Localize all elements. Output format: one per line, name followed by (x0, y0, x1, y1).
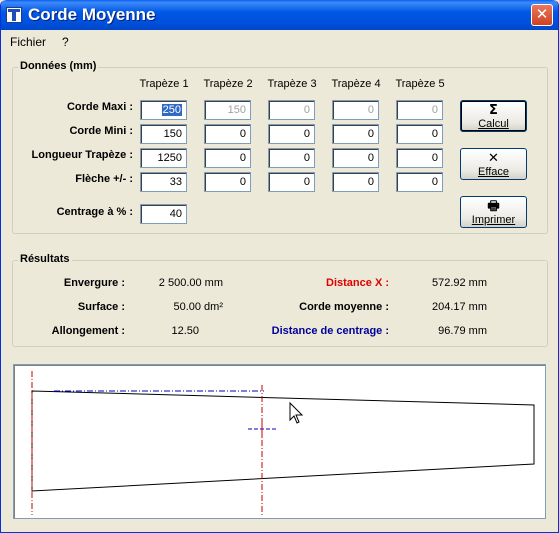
donnees-group-label: Données (mm) (18, 60, 99, 72)
label-fleche: Flèche +/- : (75, 173, 133, 185)
input-corde-mini-5[interactable]: 0 (396, 124, 443, 144)
col-header-trapeze-2: Trapèze 2 (203, 78, 253, 90)
input-longueur-4[interactable]: 0 (332, 148, 379, 168)
input-corde-mini-4[interactable]: 0 (332, 124, 379, 144)
imprimer-button-label: Imprimer (471, 214, 516, 226)
input-corde-mini-3[interactable]: 0 (268, 124, 315, 144)
label-surface: Surface : (77, 301, 125, 313)
window-title: Corde Moyenne (28, 5, 156, 24)
label-allongement: Allongement : (51, 325, 125, 337)
input-longueur-3[interactable]: 0 (268, 148, 315, 168)
input-corde-maxi-1[interactable]: 250 (140, 100, 187, 120)
input-corde-mini-1[interactable]: 150 (140, 124, 187, 144)
efface-button[interactable]: ✕ Efface (460, 148, 527, 180)
input-longueur-5[interactable]: 0 (396, 148, 443, 168)
label-centrage: Centrage à % : (56, 206, 133, 218)
app-window: Corde Moyenne ✕ Fichier ? Données (mm) T… (0, 0, 559, 533)
close-icon: ✕ (535, 5, 549, 23)
input-fleche-5[interactable]: 0 (396, 172, 443, 192)
label-longueur-trapeze: Longueur Trapèze : (31, 149, 133, 161)
label-corde-moyenne: Corde moyenne : (299, 301, 389, 313)
cross-icon: ✕ (488, 151, 499, 166)
col-header-trapeze-3: Trapèze 3 (267, 78, 317, 90)
label-corde-maxi: Corde Maxi : (66, 101, 133, 113)
menu-fichier[interactable]: Fichier (10, 35, 46, 49)
resultats-group-label: Résultats (18, 253, 72, 265)
value-distance-x: 572.92 mm (431, 277, 487, 289)
efface-button-label: Efface (478, 166, 509, 178)
calcul-button-label: Calcul (478, 118, 509, 130)
col-header-trapeze-5: Trapèze 5 (395, 78, 445, 90)
menu-bar: Fichier ? (1, 31, 558, 51)
imprimer-button[interactable]: 🖶 Imprimer (460, 196, 527, 228)
input-corde-maxi-5[interactable]: 0 (396, 100, 443, 120)
menu-help[interactable]: ? (62, 35, 69, 49)
input-corde-mini-2[interactable]: 0 (204, 124, 251, 144)
input-longueur-2[interactable]: 0 (204, 148, 251, 168)
wing-outline (31, 390, 535, 492)
input-centrage[interactable]: 40 (140, 204, 187, 224)
col-header-trapeze-4: Trapèze 4 (331, 78, 381, 90)
input-corde-maxi-2[interactable]: 150 (204, 100, 251, 120)
value-corde-moyenne: 204.17 mm (431, 301, 487, 313)
input-fleche-2[interactable]: 0 (204, 172, 251, 192)
value-surface: 50.00 dm² (173, 301, 223, 313)
value-envergure: 2 500.00 mm (158, 277, 223, 289)
sigma-icon: Σ (489, 103, 498, 118)
input-corde-maxi-3[interactable]: 0 (268, 100, 315, 120)
wing-drawing (31, 371, 535, 515)
input-longueur-1[interactable]: 1250 (140, 148, 187, 168)
col-header-trapeze-1: Trapèze 1 (139, 78, 189, 90)
title-bar[interactable]: Corde Moyenne ✕ (1, 0, 558, 30)
input-corde-maxi-4[interactable]: 0 (332, 100, 379, 120)
input-fleche-4[interactable]: 0 (332, 172, 379, 192)
label-distance-x: Distance X : (326, 277, 389, 289)
input-fleche-1[interactable]: 33 (140, 172, 187, 192)
label-corde-mini: Corde Mini : (69, 125, 133, 137)
label-envergure: Envergure : (63, 277, 125, 289)
value-distance-centrage: 96.79 mm (438, 325, 487, 337)
mouse-cursor-icon (289, 401, 304, 424)
close-button[interactable]: ✕ (531, 4, 553, 26)
wing-drawing-canvas (13, 364, 546, 519)
label-distance-centrage: Distance de centrage : (271, 325, 389, 337)
input-fleche-3[interactable]: 0 (268, 172, 315, 192)
printer-icon: 🖶 (487, 199, 500, 214)
app-icon (6, 7, 22, 23)
value-allongement: 12.50 (171, 325, 199, 337)
calcul-button[interactable]: Σ Calcul (460, 100, 527, 132)
